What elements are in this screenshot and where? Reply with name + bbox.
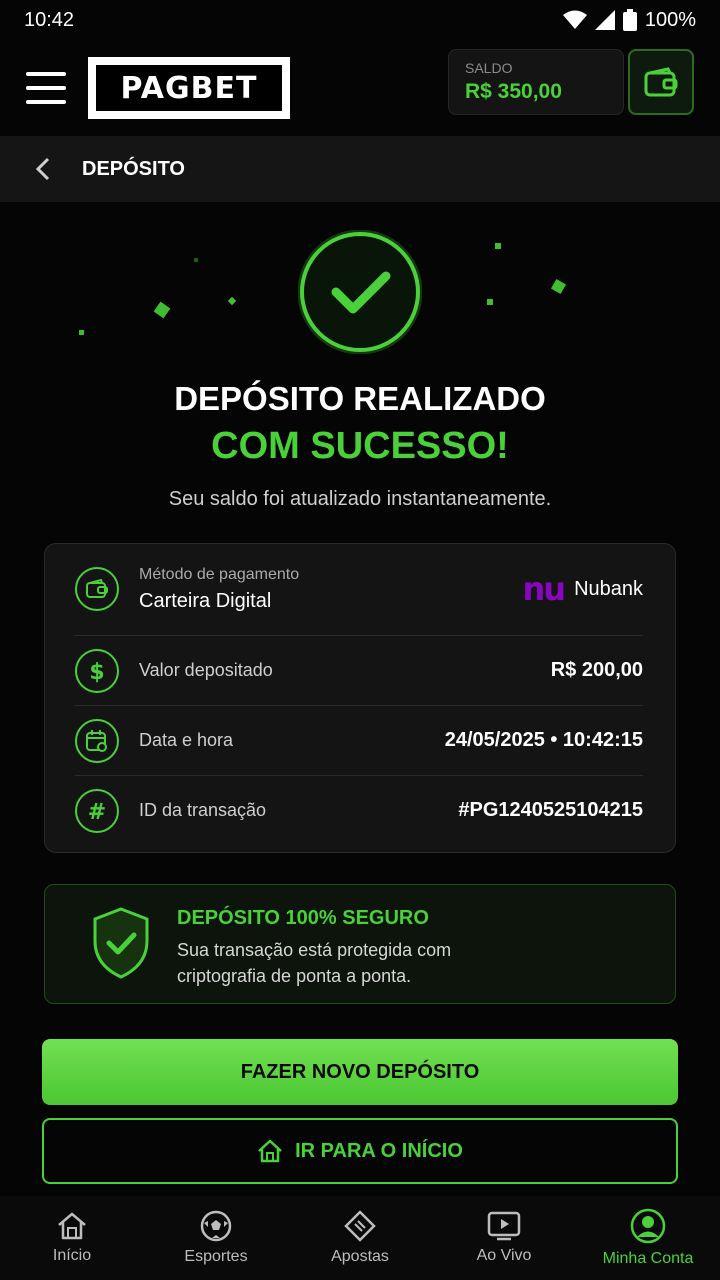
ticket-icon <box>344 1210 376 1242</box>
confetti <box>550 278 567 295</box>
balance-value: R$ 350,00 <box>465 80 562 103</box>
back-arrow-icon[interactable] <box>34 157 54 181</box>
status-time: 10:42 <box>24 8 75 31</box>
datetime-row: Data e hora 24/05/2025 • 10:42:15 <box>75 705 643 775</box>
payment-method-row: Método de pagamento Carteira Digital nu … <box>75 554 643 624</box>
datetime-label: Data e hora <box>139 730 234 750</box>
secure-deposit-box: DEPÓSITO 100% SEGURO Sua transação está … <box>44 884 676 1004</box>
nav-inicio[interactable]: Início <box>0 1196 144 1280</box>
success-title-accent: COM SUCESSO! <box>211 425 509 467</box>
success-check-icon <box>298 230 422 354</box>
amount-value: R$ 200,00 <box>550 659 643 681</box>
success-title: DEPÓSITO REALIZADO <box>174 380 546 417</box>
wallet-icon <box>75 567 119 611</box>
nav-apostas-label: Apostas <box>331 1248 389 1265</box>
page-header: DEPÓSITO <box>0 136 720 202</box>
nav-esportes-label: Esportes <box>184 1248 248 1265</box>
nav-minha-conta-label: Minha Conta <box>602 1250 694 1267</box>
go-home-button[interactable]: IR PARA O INÍCIO <box>42 1118 678 1184</box>
svg-text:#: # <box>88 800 106 822</box>
page-title: DEPÓSITO <box>82 157 185 180</box>
bottom-nav: Início Esportes Apostas Ao Vivo Minha Co… <box>0 1196 720 1280</box>
nav-minha-conta[interactable]: Minha Conta <box>576 1196 720 1280</box>
payment-method-value: Carteira Digital <box>139 589 272 612</box>
menu-icon[interactable] <box>26 72 66 104</box>
nav-inicio-label: Início <box>52 1247 92 1264</box>
datetime-value: 24/05/2025 • 10:42:15 <box>444 729 643 751</box>
confetti <box>194 258 198 262</box>
payment-method-label: Método de pagamento <box>139 565 300 583</box>
balance-box[interactable]: SALDO R$ 350,00 <box>448 49 624 115</box>
nav-ao-vivo-label: Ao Vivo <box>476 1247 532 1264</box>
top-bar: PAGBET SALDO R$ 350,00 <box>0 40 720 136</box>
confetti <box>79 330 84 335</box>
confetti <box>227 296 237 306</box>
success-subtitle: Seu saldo foi atualizado instantaneament… <box>168 488 552 510</box>
user-icon <box>630 1208 666 1244</box>
dollar-icon: $ <box>75 648 119 693</box>
wallet-button[interactable] <box>628 49 694 115</box>
confetti <box>495 243 501 249</box>
amount-row: $ Valor depositado R$ 200,00 <box>75 635 643 705</box>
nav-esportes[interactable]: Esportes <box>144 1196 288 1280</box>
transaction-id-label: ID da transação <box>139 800 267 820</box>
balance-label: SALDO <box>465 60 513 76</box>
play-icon <box>487 1211 521 1241</box>
wifi-icon <box>562 10 587 29</box>
transaction-id-value: #PG1240525104215 <box>458 799 643 821</box>
wallet-icon <box>644 67 678 97</box>
new-deposit-button[interactable]: FAZER NOVO DEPÓSITO <box>42 1039 678 1105</box>
nav-ao-vivo[interactable]: Ao Vivo <box>432 1196 576 1280</box>
battery-level: 100% <box>644 8 696 31</box>
shield-check-icon <box>93 907 149 979</box>
pagbet-logo[interactable]: PAGBET <box>88 57 290 119</box>
home-icon <box>258 1139 282 1163</box>
confetti <box>487 299 493 305</box>
battery-icon <box>622 9 637 31</box>
confetti <box>153 301 171 319</box>
status-bar: 10:42 100% <box>0 0 720 40</box>
soccer-ball-icon <box>200 1210 232 1242</box>
deposit-details-card: Método de pagamento Carteira Digital nu … <box>44 543 676 853</box>
go-home-label: IR PARA O INÍCIO <box>295 1139 463 1162</box>
home-icon <box>58 1212 86 1240</box>
nav-apostas[interactable]: Apostas <box>288 1196 432 1280</box>
status-icons: 100% <box>562 8 696 32</box>
signal-icon <box>594 10 615 30</box>
amount-label: Valor depositado <box>139 660 273 680</box>
nubank-mark: nu <box>522 570 567 608</box>
bank-name: Nubank <box>574 577 643 600</box>
secure-text: Sua transação está protegida com criptog… <box>177 940 452 986</box>
nubank-logo: nu Nubank <box>523 570 644 608</box>
secure-title: DEPÓSITO 100% SEGURO <box>177 907 429 929</box>
svg-text:$: $ <box>89 660 104 684</box>
new-deposit-label: FAZER NOVO DEPÓSITO <box>240 1060 480 1083</box>
calendar-icon <box>75 718 119 763</box>
hash-icon: # <box>75 788 119 833</box>
transaction-id-row: # ID da transação #PG1240525104215 <box>75 775 643 845</box>
